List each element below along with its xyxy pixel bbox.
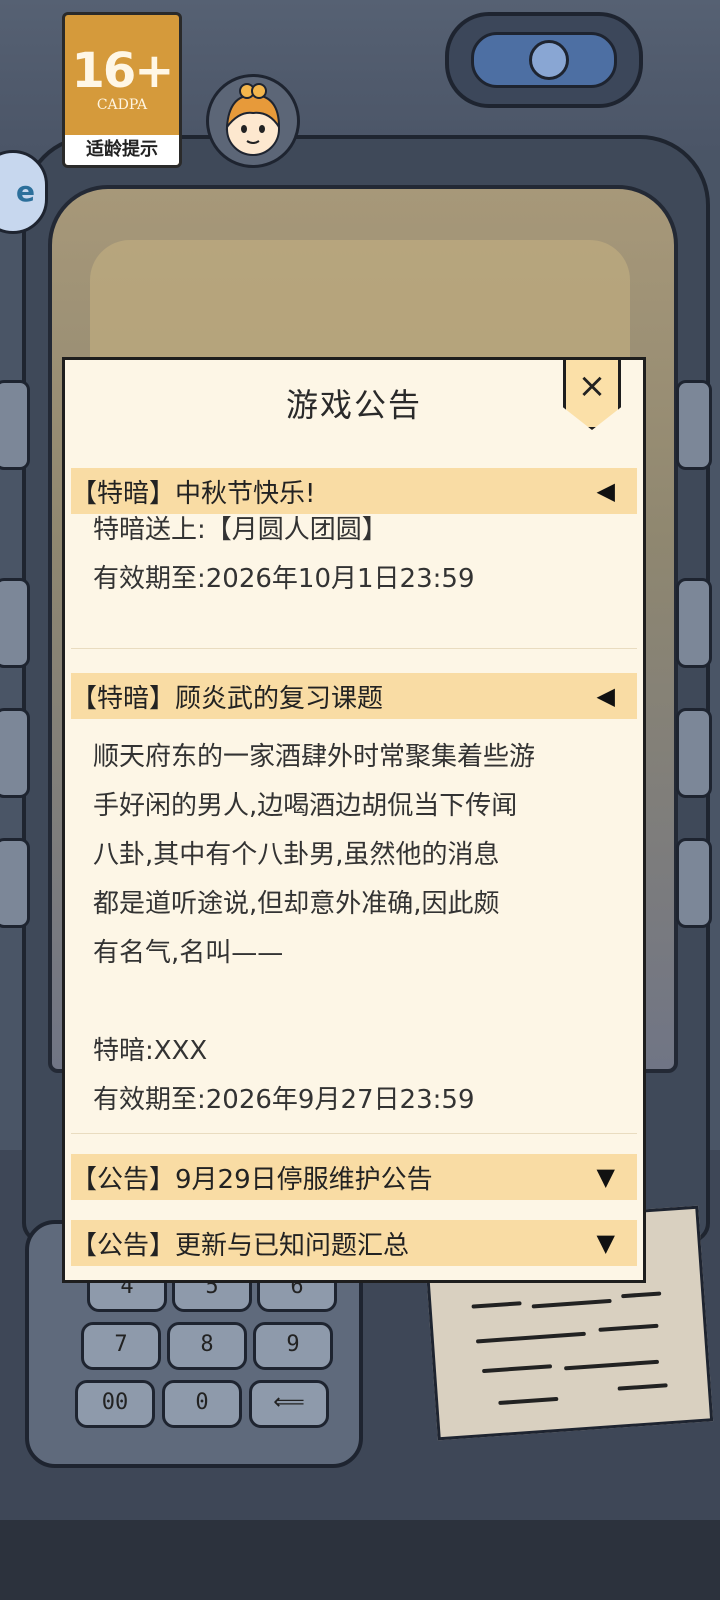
side-tab-icon: e xyxy=(16,175,35,208)
notice-title: 【公告】9月29日停服维护公告 xyxy=(71,1164,433,1195)
age-rating-badge[interactable]: 16+ CADPA 适龄提示 xyxy=(62,12,182,168)
receipt-scribble xyxy=(498,1396,559,1406)
notice-header-maintenance[interactable]: 【公告】9月29日停服维护公告 ▼ xyxy=(71,1154,637,1200)
receipt-scribble xyxy=(564,1359,660,1371)
receipt-scribble xyxy=(617,1383,668,1391)
receipt-scribble xyxy=(482,1364,553,1374)
notice-gap xyxy=(71,1200,637,1220)
receipt-scribble xyxy=(621,1291,662,1299)
collapse-arrow-icon: ◀ xyxy=(596,477,615,505)
notice-header-updates[interactable]: 【公告】更新与已知问题汇总 ▼ xyxy=(71,1220,637,1266)
keypad-key: 9 xyxy=(253,1322,333,1370)
notice-expiry-line: 有效期至:2026年9月27日23:59 xyxy=(93,1085,475,1115)
side-button-left-3 xyxy=(0,708,30,798)
expand-arrow-icon: ▼ xyxy=(596,1163,615,1191)
character-avatar-button[interactable] xyxy=(206,74,300,168)
notice-paragraph-line: 都是道听途说,但却意外准确,因此颇 xyxy=(93,889,500,919)
keypad-key: ⟸ xyxy=(249,1380,329,1428)
notice-paragraph-line: 八卦,其中有个八卦男,虽然他的消息 xyxy=(93,840,500,870)
collapse-arrow-icon: ◀ xyxy=(596,682,615,710)
notice-code-line: 特暗:XXX xyxy=(93,1036,208,1066)
notice-title: 【公告】更新与已知问题汇总 xyxy=(71,1230,410,1261)
announcement-dialog: 游戏公告 × 【特暗】中秋节快乐! ◀ 特暗送上:【月圆人团圆】 有效期至:20… xyxy=(62,357,646,1283)
notice-paragraph-line: 顺天府东的一家酒肆外时常聚集着些游 xyxy=(93,742,536,772)
side-button-left-2 xyxy=(0,578,30,668)
notice-list: 【特暗】中秋节快乐! ◀ 特暗送上:【月圆人团圆】 有效期至:2026年10月1… xyxy=(71,468,637,1266)
notice-body-review-topic: 顺天府东的一家酒肆外时常聚集着些游 手好闲的男人,边喝酒边胡侃当下传闻 八卦,其… xyxy=(71,719,637,1134)
keypad-key: 0 xyxy=(162,1380,242,1428)
machine-base-band xyxy=(0,1520,720,1600)
receipt-scribble xyxy=(475,1331,586,1344)
receipt-scribble xyxy=(598,1323,659,1332)
dialog-title: 游戏公告 xyxy=(285,386,422,424)
side-button-right-2 xyxy=(676,578,712,668)
notice-paragraph-line: 有名气,名叫—— xyxy=(93,938,284,968)
notice-header-mid-autumn[interactable]: 【特暗】中秋节快乐! ◀ xyxy=(71,468,637,514)
keypad-key: 00 xyxy=(75,1380,155,1428)
camera-dot xyxy=(529,40,569,80)
keypad-key: 7 xyxy=(81,1322,161,1370)
notice-expiry-line: 有效期至:2026年10月1日23:59 xyxy=(93,564,475,594)
side-button-right-3 xyxy=(676,708,712,798)
side-button-right-1 xyxy=(676,380,712,470)
age-rating-tip: 适龄提示 xyxy=(65,135,179,165)
notice-title: 【特暗】顾炎武的复习课题 xyxy=(71,683,384,714)
keypad-key: 8 xyxy=(167,1322,247,1370)
receipt-scribble xyxy=(471,1301,522,1309)
side-button-right-4 xyxy=(676,838,712,928)
side-button-left-4 xyxy=(0,838,30,928)
camera-lens xyxy=(471,32,617,88)
close-icon: × xyxy=(577,366,607,406)
side-button-left-1 xyxy=(0,380,30,470)
age-rating-number: 16+ xyxy=(71,43,174,99)
character-avatar-icon xyxy=(225,83,281,156)
receipt-scribble xyxy=(531,1298,612,1309)
notice-body-mid-autumn: 特暗送上:【月圆人团圆】 有效期至:2026年10月1日23:59 xyxy=(71,506,637,649)
machine-camera xyxy=(445,12,643,108)
expand-arrow-icon: ▼ xyxy=(596,1229,615,1257)
notice-title: 【特暗】中秋节快乐! xyxy=(71,478,316,509)
notice-header-review-topic[interactable]: 【特暗】顾炎武的复习课题 ◀ xyxy=(71,673,637,719)
notice-paragraph-line: 手好闲的男人,边喝酒边胡侃当下传闻 xyxy=(93,791,518,821)
